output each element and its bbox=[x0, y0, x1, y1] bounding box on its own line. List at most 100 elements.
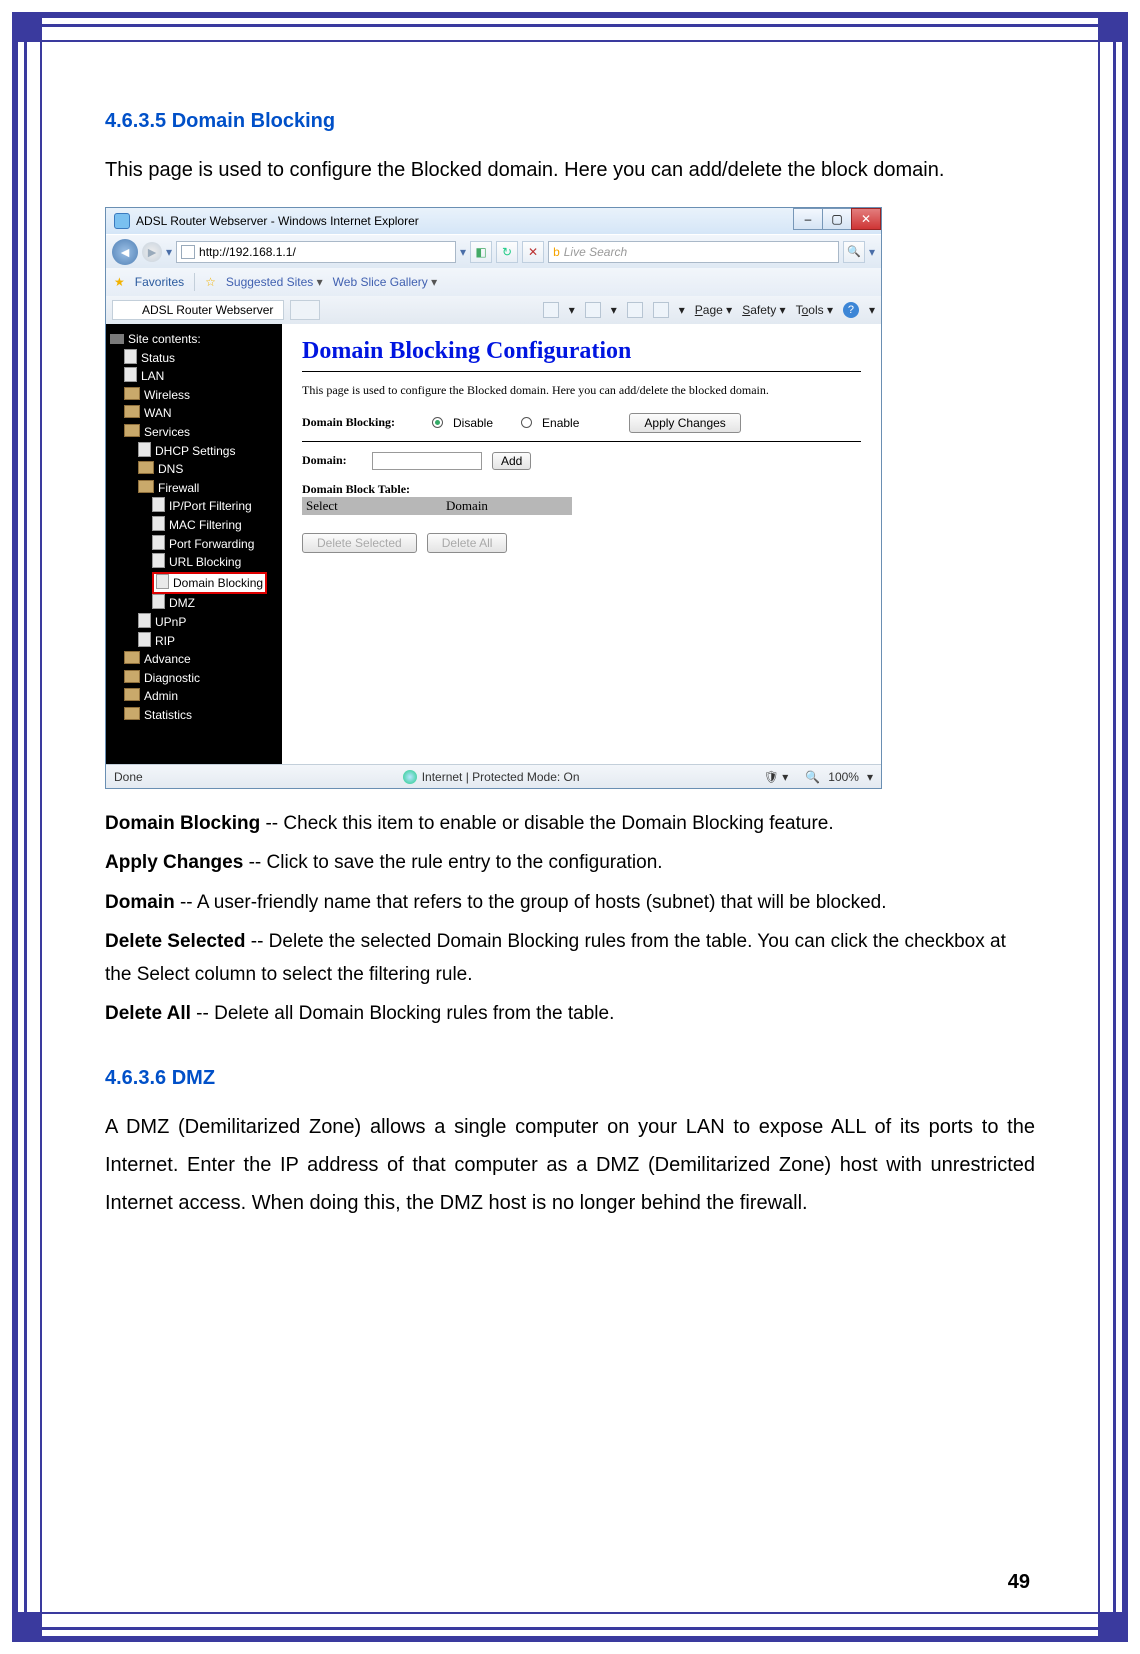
zoom-level: 100% bbox=[828, 770, 859, 784]
tree-macfilter[interactable]: MAC Filtering bbox=[110, 516, 280, 535]
help-dd-icon[interactable]: ▾ bbox=[869, 303, 875, 317]
definition-desc: -- Check this item to enable or disable … bbox=[260, 813, 833, 834]
label-blocking: Domain Blocking: bbox=[302, 415, 422, 430]
web-slice-link[interactable]: Web Slice Gallery bbox=[333, 275, 438, 289]
forward-button[interactable]: ► bbox=[142, 242, 162, 262]
add-button[interactable]: Add bbox=[492, 452, 531, 470]
maximize-button[interactable]: ▢ bbox=[822, 208, 852, 230]
mail-icon[interactable] bbox=[627, 302, 643, 318]
document-page: 4.6.3.5 Domain Blocking This page is use… bbox=[105, 110, 1035, 1574]
back-button[interactable]: ◄ bbox=[112, 239, 138, 265]
search-dropdown-icon[interactable]: ▾ bbox=[869, 245, 875, 259]
tree-statistics[interactable]: Statistics bbox=[110, 706, 280, 725]
search-button[interactable] bbox=[843, 241, 865, 263]
tree-dhcp[interactable]: DHCP Settings bbox=[110, 442, 280, 461]
tree-lan[interactable]: LAN bbox=[110, 367, 280, 386]
tree-dmz[interactable]: DMZ bbox=[110, 594, 280, 613]
radio-enable[interactable] bbox=[521, 417, 532, 428]
minimize-button[interactable]: – bbox=[793, 208, 823, 230]
search-box[interactable]: b Live Search bbox=[548, 241, 839, 263]
home-icon[interactable] bbox=[543, 302, 559, 318]
definition-desc: -- Click to save the rule entry to the c… bbox=[243, 852, 662, 873]
tree-upnp[interactable]: UPnP bbox=[110, 613, 280, 632]
zoom-dropdown-icon[interactable]: ▾ bbox=[867, 770, 873, 784]
ie-logo-icon bbox=[114, 213, 130, 229]
feeds-dd-icon[interactable]: ▾ bbox=[611, 303, 617, 317]
nav-bar: ◄ ► ▾ ▾ ◧ ↻ ✕ b Live Search ▾ bbox=[106, 234, 881, 268]
tree-firewall[interactable]: Firewall bbox=[110, 479, 280, 498]
tree-services[interactable]: Services bbox=[110, 423, 280, 442]
safety-menu[interactable]: Safety ▾ bbox=[742, 303, 785, 317]
suggested-sites-link[interactable]: Suggested Sites bbox=[226, 275, 323, 289]
ie-window: ADSL Router Webserver - Windows Internet… bbox=[105, 207, 882, 789]
help-icon[interactable]: ? bbox=[843, 302, 859, 318]
tree-wireless[interactable]: Wireless bbox=[110, 386, 280, 405]
definition-line: Delete Selected -- Delete the selected D… bbox=[105, 925, 1035, 992]
definition-term: Delete All bbox=[105, 1003, 191, 1024]
page-menu[interactable]: Page ▾ bbox=[695, 303, 732, 317]
tab-ie-icon bbox=[123, 303, 137, 317]
label-domain: Domain: bbox=[302, 453, 362, 468]
new-tab-button[interactable] bbox=[290, 300, 320, 320]
compat-button[interactable]: ◧ bbox=[470, 241, 492, 263]
tree-status[interactable]: Status bbox=[110, 349, 280, 368]
tree-urlblock[interactable]: URL Blocking bbox=[110, 553, 280, 572]
url-dropdown-icon[interactable]: ▾ bbox=[460, 245, 466, 259]
col-select: Select bbox=[302, 497, 362, 515]
tools-menu[interactable]: Tools ▾ bbox=[796, 303, 833, 317]
row-blocking: Domain Blocking: Disable Enable Apply Ch… bbox=[302, 413, 861, 433]
status-bar: Done Internet | Protected Mode: On 🛡 ▾ 🔍… bbox=[106, 764, 881, 788]
tree-wan[interactable]: WAN bbox=[110, 404, 280, 423]
tree-diagnostic[interactable]: Diagnostic bbox=[110, 669, 280, 688]
tree-domainblock[interactable]: Domain Blocking bbox=[110, 572, 280, 595]
table-header: Select Domain bbox=[302, 497, 572, 515]
favbar-star-icon[interactable]: ☆ bbox=[205, 275, 216, 289]
opt-disable: Disable bbox=[453, 416, 493, 430]
tree-dns[interactable]: DNS bbox=[110, 460, 280, 479]
section-heading-1: 4.6.3.5 Domain Blocking bbox=[105, 110, 1035, 133]
section-id-1: 4.6.3.5 bbox=[105, 110, 166, 132]
table-title: Domain Block Table: bbox=[302, 482, 861, 497]
radio-disable[interactable] bbox=[432, 417, 443, 428]
definition-line: Domain -- A user-friendly name that refe… bbox=[105, 886, 1035, 919]
row-domain: Domain: Add bbox=[302, 452, 861, 470]
tree-rip[interactable]: RIP bbox=[110, 632, 280, 651]
print-icon[interactable] bbox=[653, 302, 669, 318]
definition-term: Delete Selected bbox=[105, 931, 245, 952]
favorites-star-icon[interactable]: ★ bbox=[114, 275, 125, 289]
favorites-label[interactable]: Favorites bbox=[135, 275, 184, 289]
tree-portfwd[interactable]: Port Forwarding bbox=[110, 535, 280, 554]
close-button[interactable]: ✕ bbox=[851, 208, 881, 230]
zoom-icon[interactable]: 🔍 bbox=[805, 770, 820, 784]
domain-input[interactable] bbox=[372, 452, 482, 470]
panel-heading: Domain Blocking Configuration bbox=[302, 338, 861, 365]
nav-tree: Site contents: Status LAN Wireless WAN S… bbox=[106, 324, 282, 764]
address-bar[interactable] bbox=[176, 241, 456, 263]
home-dd-icon[interactable]: ▾ bbox=[569, 303, 575, 317]
protected-mode-icon[interactable]: 🛡 ▾ bbox=[764, 770, 789, 784]
tree-ipport[interactable]: IP/Port Filtering bbox=[110, 497, 280, 516]
url-input[interactable] bbox=[199, 245, 451, 259]
refresh-button[interactable]: ↻ bbox=[496, 241, 518, 263]
tree-admin[interactable]: Admin bbox=[110, 687, 280, 706]
print-dd-icon[interactable]: ▾ bbox=[679, 303, 685, 317]
feeds-icon[interactable] bbox=[585, 302, 601, 318]
favorites-bar: ★ Favorites ☆ Suggested Sites Web Slice … bbox=[106, 268, 881, 296]
section-body-2: A DMZ (Demilitarized Zone) allows a sing… bbox=[105, 1108, 1035, 1222]
tabs-row: ADSL Router Webserver ▾ ▾ ▾ Page ▾ Safet… bbox=[106, 296, 881, 324]
definition-line: Apply Changes -- Click to save the rule … bbox=[105, 846, 1035, 879]
stop-button[interactable]: ✕ bbox=[522, 241, 544, 263]
tree-advance[interactable]: Advance bbox=[110, 650, 280, 669]
definition-term: Apply Changes bbox=[105, 852, 243, 873]
delete-all-button[interactable]: Delete All bbox=[427, 533, 508, 553]
delete-selected-button[interactable]: Delete Selected bbox=[302, 533, 417, 553]
bing-icon: b bbox=[553, 245, 560, 259]
content-area: Site contents: Status LAN Wireless WAN S… bbox=[106, 324, 881, 764]
main-panel: Domain Blocking Configuration This page … bbox=[282, 324, 881, 764]
browser-tab[interactable]: ADSL Router Webserver bbox=[112, 300, 284, 320]
apply-changes-button[interactable]: Apply Changes bbox=[629, 413, 740, 433]
dropdown-icon[interactable]: ▾ bbox=[166, 245, 172, 259]
divider bbox=[302, 371, 861, 372]
opt-enable: Enable bbox=[542, 416, 579, 430]
panel-subtext: This page is used to configure the Block… bbox=[302, 382, 861, 399]
